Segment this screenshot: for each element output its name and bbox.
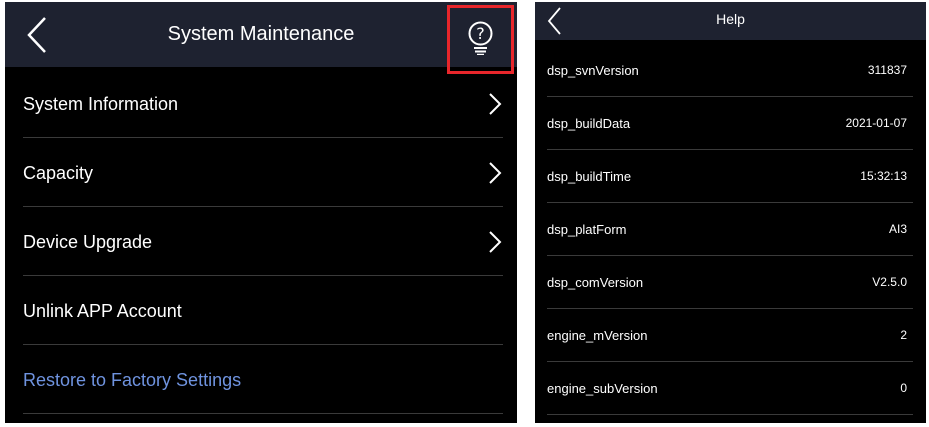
info-key: dsp_platForm [547,222,627,237]
info-row: dsp_comVersion V2.5.0 [547,256,913,309]
info-row: dsp_platForm AI3 [547,203,913,256]
header-bar: Help [535,2,926,40]
menu-item-label: Capacity [23,163,94,183]
info-row: dsp_buildTime 15:32:13 [547,150,913,203]
menu-item-label: Unlink APP Account [23,301,182,321]
menu-item-system-information[interactable]: System Information [23,70,503,138]
info-value: AI3 [888,222,907,236]
menu-item-label: System Information [23,94,179,114]
menu-item-capacity[interactable]: Capacity [23,139,503,207]
chevron-right-icon [489,162,502,184]
info-key: engine_subVersion [547,381,658,396]
menu-item-restore-factory-settings[interactable]: Restore to Factory Settings [23,346,503,414]
help-button[interactable]: ? [447,5,514,74]
info-key: engine_mVersion [547,328,648,343]
menu-item-unlink-app-account[interactable]: Unlink APP Account [23,277,503,345]
help-screen: Help dsp_svnVersion 311837 dsp_buildData… [535,2,926,423]
info-key: dsp_buildTime [547,169,632,184]
help-bulb-icon: ? [468,21,493,55]
info-row: engine_mVersion 2 [547,309,913,362]
info-value: 15:32:13 [860,169,907,183]
info-value: 0 [900,381,907,395]
menu-item-label: Restore to Factory Settings [23,370,242,390]
chevron-right-icon [489,231,502,253]
info-key: dsp_comVersion [547,275,644,290]
info-value: 2 [900,328,907,342]
page-title: Help [716,11,745,27]
info-key: dsp_svnVersion [547,63,639,78]
info-value: V2.5.0 [872,275,907,289]
system-maintenance-screen: System Maintenance ? System Information … [5,2,517,423]
chevron-right-icon [489,93,502,115]
svg-text:?: ? [476,24,485,43]
info-value: 311837 [867,63,907,77]
info-value: 2021-01-07 [845,116,907,130]
header-bar: System Maintenance [5,2,517,67]
menu-item-device-upgrade[interactable]: Device Upgrade [23,208,503,276]
page-title: System Maintenance [167,23,355,45]
menu-item-label: Device Upgrade [23,232,153,252]
info-row: dsp_svnVersion 311837 [547,44,913,97]
info-key: dsp_buildData [547,116,631,131]
info-row: dsp_buildData 2021-01-07 [547,97,913,150]
info-row: engine_subVersion 0 [547,362,913,415]
